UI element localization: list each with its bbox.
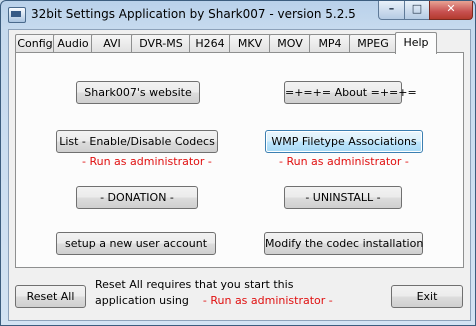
- codecs-button[interactable]: List - Enable/Disable Codecs: [56, 130, 218, 153]
- maximize-button[interactable]: □: [404, 1, 430, 20]
- reset-note-line1: Reset All requires that you start this: [95, 278, 294, 291]
- wmp-admin-note: - Run as administrator -: [279, 155, 409, 168]
- codecs-admin-note: - Run as administrator -: [82, 155, 212, 168]
- exit-button[interactable]: Exit: [391, 285, 463, 308]
- close-button[interactable]: ✕: [429, 1, 473, 20]
- tab-mov[interactable]: MOV: [269, 34, 311, 53]
- settings-window: 32bit Settings Application by Shark007 -…: [0, 0, 476, 326]
- tab-mpeg[interactable]: MPEG: [349, 34, 397, 53]
- tab-dvr-ms[interactable]: DVR-MS: [131, 34, 191, 53]
- uninstall-button[interactable]: - UNINSTALL -: [284, 186, 402, 209]
- tab-mp4[interactable]: MP4: [309, 34, 351, 53]
- reset-note-admin: - Run as administrator -: [202, 294, 333, 307]
- tab-audio[interactable]: Audio: [53, 34, 93, 53]
- window-title: 32bit Settings Application by Shark007 -…: [31, 7, 356, 21]
- reset-note-line2: application using - Run as administrator…: [95, 293, 333, 309]
- tab-mkv[interactable]: MKV: [229, 34, 271, 53]
- reset-all-button[interactable]: Reset All: [15, 285, 86, 308]
- app-icon: [8, 7, 26, 23]
- donation-button[interactable]: - DONATION -: [76, 186, 198, 209]
- client-area: Config Audio AVI DVR-MS H264 MKV MOV MP4…: [8, 29, 471, 321]
- minimize-button[interactable]: –: [378, 1, 405, 20]
- tab-avi[interactable]: AVI: [91, 34, 133, 53]
- website-button[interactable]: Shark007's website: [76, 81, 200, 104]
- wmp-associations-button[interactable]: WMP Filetype Associations: [265, 130, 423, 153]
- modify-installation-button[interactable]: Modify the codec installation: [264, 232, 423, 255]
- tab-config[interactable]: Config: [15, 34, 55, 53]
- help-panel: Shark007's website =+=+= About =+=+= Lis…: [15, 52, 464, 268]
- tab-h264[interactable]: H264: [189, 34, 231, 53]
- tab-help[interactable]: Help: [395, 32, 437, 54]
- new-user-button[interactable]: setup a new user account: [56, 232, 216, 255]
- reset-note-prefix: application using: [95, 294, 189, 307]
- title-bar[interactable]: 32bit Settings Application by Shark007 -…: [1, 1, 475, 29]
- about-button[interactable]: =+=+= About =+=+=: [284, 81, 417, 104]
